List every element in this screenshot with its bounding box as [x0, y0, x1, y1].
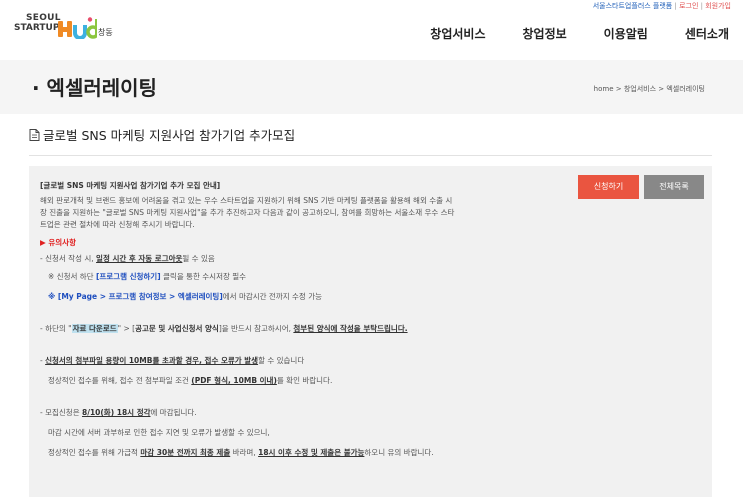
- notice-item: - 신청서 작성 시, 일정 시간 후 자동 로그아웃될 수 있음: [40, 254, 215, 263]
- main-nav: 창업서비스 창업정보 이용알림 센터소개: [430, 25, 729, 42]
- body-intro-line: 트업은 관련 절차에 따라 신청해 주시기 바랍니다.: [40, 220, 195, 229]
- notice-item: - 모집신청은 8/10(화) 18시 정각에 마감됩니다.: [40, 408, 197, 417]
- divider: [29, 155, 712, 156]
- util-separator: |: [700, 2, 703, 10]
- list-button[interactable]: 전체목록: [644, 175, 704, 199]
- top-header: SEOUL STARTUP 창동 서울스타트업플러스 플랫폼 | 로그인 | 회…: [0, 0, 743, 60]
- signup-link[interactable]: 회원가입: [705, 2, 731, 10]
- nav-item-startup-info[interactable]: 창업정보: [522, 25, 566, 42]
- notice-item: ※ 신청서 하단 [프로그램 신청하기] 클릭을 통한 수시저장 필수: [48, 272, 247, 281]
- platform-link[interactable]: 서울스타트업플러스 플랫폼: [593, 2, 673, 10]
- logo-text-startup: STARTUP: [14, 23, 60, 33]
- notice-item: - 하단의 "자료 다운로드" > [공고문 및 사업신청서 양식]을 반드시 …: [40, 324, 408, 333]
- notice-item: - 신청서의 첨부파일 용량이 10MB를 초과할 경우, 접수 오류가 발생할…: [40, 356, 305, 365]
- logo-text-seoul: SEOUL: [26, 13, 61, 23]
- nav-item-center-intro[interactable]: 센터소개: [685, 25, 729, 42]
- download-link[interactable]: 자료 다운로드: [71, 324, 118, 333]
- document-icon: [29, 128, 40, 141]
- notice-item: ※ [My Page > 프로그램 참여정보 > 엑셀러레이팅]에서 마감시간 …: [48, 292, 323, 301]
- post-subject-text: 글로벌 SNS 마케팅 지원사업 참가기업 추가모집: [43, 128, 296, 143]
- body-intro-line: 장 진출을 지원하는 "글로벌 SNS 마케팅 지원사업"을 추가 추진하고자 …: [40, 208, 455, 217]
- util-separator: |: [674, 2, 677, 10]
- site-logo[interactable]: SEOUL STARTUP 창동: [14, 13, 114, 41]
- breadcrumb: home > 창업서비스 > 엑셀러레이팅: [593, 85, 705, 93]
- nav-item-notices[interactable]: 이용알림: [604, 25, 648, 42]
- notice-item: 마감 시간에 서버 과부하로 인한 접수 지연 및 오류가 발생할 수 있으니,: [48, 428, 270, 437]
- hub-logo-icon: [58, 17, 97, 39]
- post-body: [글로벌 SNS 마케팅 지원사업 참가기업 추가 모집 안내] 해외 판로개척…: [40, 180, 540, 459]
- utility-links: 서울스타트업플러스 플랫폼 | 로그인 | 회원가입: [593, 1, 731, 11]
- notice-heading: ▶ 유의사항: [40, 238, 76, 247]
- page-title-bar: · 엑셀러레이팅 home > 창업서비스 > 엑셀러레이팅: [0, 60, 743, 114]
- notice-item: 정상적인 접수를 위해 가급적 마감 30분 전까지 최종 제출 바라며, 18…: [48, 448, 434, 457]
- logo-text-branch: 창동: [98, 28, 113, 37]
- page-title: · 엑셀러레이팅: [32, 76, 157, 100]
- apply-button[interactable]: 신청하기: [578, 175, 639, 199]
- body-title: [글로벌 SNS 마케팅 지원사업 참가기업 추가 모집 안내]: [40, 181, 221, 190]
- login-link[interactable]: 로그인: [679, 2, 698, 10]
- body-intro-line: 해외 판로개척 및 브랜드 홍보에 어려움을 겪고 있는 우수 스타트업을 지원…: [40, 196, 453, 205]
- post-subject: 글로벌 SNS 마케팅 지원사업 참가기업 추가모집: [29, 125, 295, 144]
- nav-item-startup-service[interactable]: 창업서비스: [430, 25, 485, 42]
- notice-item: 정상적인 접수를 위해, 접수 전 첨부파일 조건 (PDF 형식, 10MB …: [48, 376, 333, 385]
